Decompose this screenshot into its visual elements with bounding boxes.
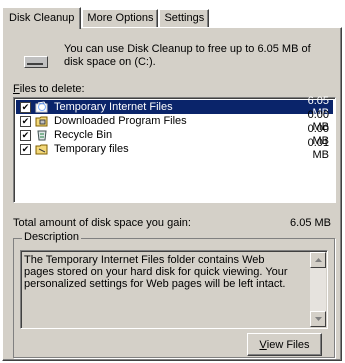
files-list[interactable]: ✔ Temporary Internet Files 6.05 MB ✔ Dow… (13, 95, 336, 203)
list-item[interactable]: ✔ Temporary files 0.01 MB (16, 137, 333, 161)
files-to-delete-label: Files to delete: (13, 83, 85, 95)
recycle-bin-icon (35, 129, 49, 141)
list-item[interactable]: ✔ Temporary Internet Files 6.05 MB (16, 95, 333, 119)
tab-more-options[interactable]: More Options (82, 9, 159, 28)
total-space-label: Total amount of disk space you gain: (13, 217, 191, 229)
file-name: Temporary files (54, 143, 129, 155)
view-files-button[interactable]: View Files (247, 333, 322, 356)
temp-files-icon (35, 143, 49, 155)
scroll-up-button[interactable] (310, 252, 326, 268)
program-files-icon (35, 115, 49, 127)
file-name: Downloaded Program Files (54, 115, 187, 127)
intro-text: You can use Disk Cleanup to free up to 6… (64, 43, 311, 68)
description-text: The Temporary Internet Files folder cont… (24, 254, 288, 290)
file-name: Temporary Internet Files (54, 101, 173, 113)
tab-bar: Disk Cleanup More Options Settings (2, 6, 210, 29)
description-group: Description The Temporary Internet Files… (13, 231, 335, 358)
description-scrollbar[interactable] (310, 252, 326, 327)
arrow-up-icon (314, 258, 322, 262)
scroll-down-button[interactable] (310, 311, 326, 327)
total-space-value: 6.05 MB (290, 217, 331, 229)
checkbox[interactable]: ✔ (20, 129, 31, 141)
tab-settings[interactable]: Settings (159, 9, 210, 28)
list-item[interactable]: ✔ Recycle Bin 0.00 MB (16, 123, 333, 147)
arrow-down-icon (314, 317, 322, 321)
file-size: 0.01 MB (307, 137, 329, 161)
internet-files-icon (35, 101, 49, 113)
checkbox[interactable]: ✔ (20, 143, 31, 155)
description-box[interactable]: The Temporary Internet Files folder cont… (20, 250, 328, 329)
description-title: Description (22, 231, 82, 243)
list-item[interactable]: ✔ Downloaded Program Files 0.00 MB (16, 109, 333, 133)
tab-panel: You can use Disk Cleanup to free up to 6… (2, 27, 342, 361)
tab-disk-cleanup[interactable]: Disk Cleanup (2, 7, 82, 29)
checkbox[interactable]: ✔ (20, 101, 31, 113)
hard-drive-icon (24, 56, 48, 68)
checkbox[interactable]: ✔ (20, 115, 31, 127)
file-name: Recycle Bin (54, 129, 113, 141)
